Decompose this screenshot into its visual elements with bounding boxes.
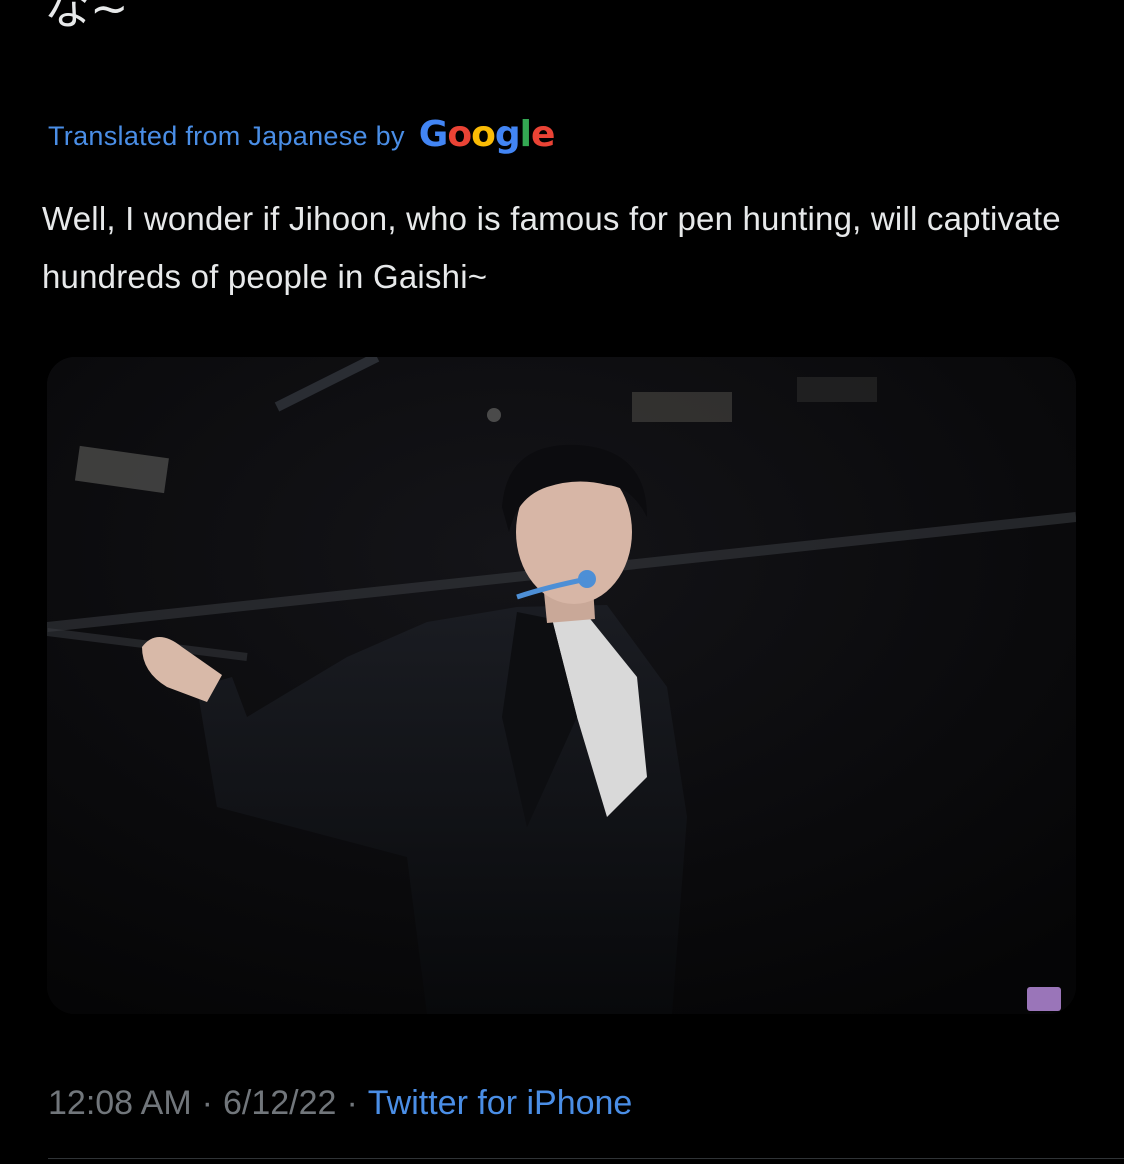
google-logo-letter: g	[494, 113, 521, 155]
google-logo-letter: l	[519, 113, 532, 155]
tweet-source-link[interactable]: Twitter for iPhone	[368, 1084, 633, 1122]
divider	[48, 1158, 1124, 1159]
photo-illustration	[47, 357, 1076, 1014]
original-tweet-text: な~	[44, 0, 129, 35]
google-logo-letter: e	[530, 113, 555, 155]
tweet-photo[interactable]	[47, 357, 1076, 1014]
tweet-time[interactable]: 12:08 AM	[48, 1084, 192, 1122]
google-logo: Google	[418, 113, 556, 155]
tweet-date[interactable]: 6/12/22	[223, 1084, 336, 1122]
tweet-metadata: 12:08 AM · 6/12/22 · Twitter for iPhone	[48, 1078, 632, 1128]
separator-dot: ·	[346, 1084, 358, 1122]
translated-tweet-text: Well, I wonder if Jihoon, who is famous …	[42, 200, 1061, 295]
google-logo-letter: o	[471, 113, 496, 155]
google-logo-letter: G	[418, 113, 449, 155]
translation-attribution: Translated from Japanese by Google	[48, 112, 556, 160]
translated-from-label[interactable]: Translated from Japanese by	[48, 121, 405, 152]
separator-dot: ·	[201, 1084, 213, 1122]
google-logo-letter: o	[447, 113, 472, 155]
